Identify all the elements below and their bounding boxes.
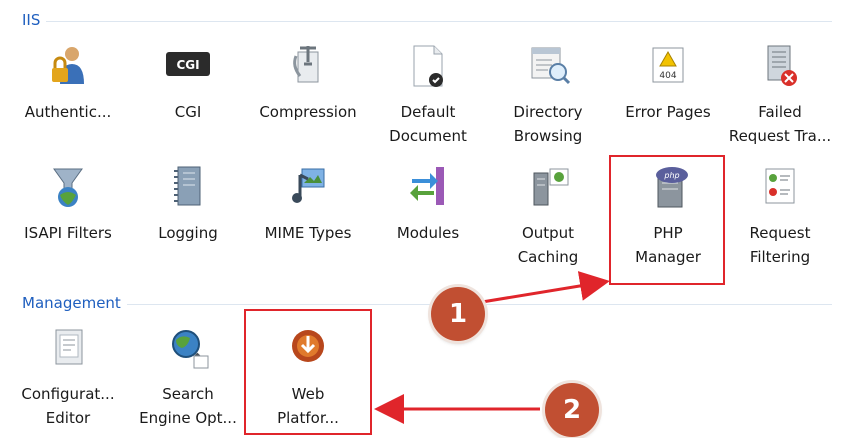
callout-number: 1 (448, 299, 468, 329)
callout-badge-1: 1 (431, 287, 485, 341)
callout-badge-2: 2 (545, 383, 599, 437)
arrow-to-php-manager (481, 271, 610, 304)
callout-number: 2 (562, 395, 582, 425)
annotation-arrows (374, 271, 610, 424)
